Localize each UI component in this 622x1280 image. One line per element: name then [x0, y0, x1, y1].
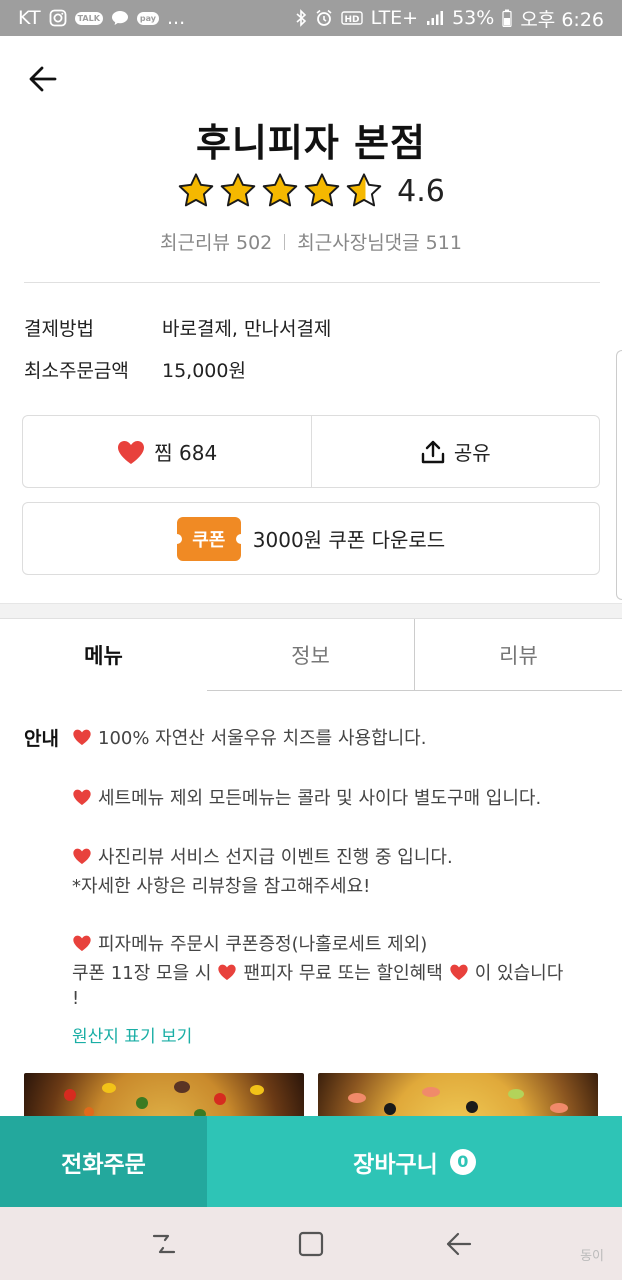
home-icon — [298, 1231, 324, 1256]
min-order-row: 최소주문금액 15,000원 — [24, 356, 246, 383]
coupon-tag-icon: 쿠폰 — [171, 516, 246, 561]
heart-icon — [218, 964, 237, 980]
action-box: 찜 684 공유 — [22, 415, 600, 488]
tab-bar: 메뉴 정보 리뷰 — [0, 619, 622, 691]
back-icon — [447, 1232, 472, 1255]
star-half-icon — [346, 173, 382, 207]
heart-icon — [450, 964, 468, 980]
scroll-indicator — [616, 350, 622, 600]
favorite-button[interactable]: 찜 684 — [23, 416, 311, 487]
notice-text: 피자메뉴 주문시 쿠폰증정(나홀로세트 제외) — [98, 934, 428, 955]
notice-text: 이 있습니다 — [474, 963, 564, 984]
notice-text: 사진리뷰 서비스 선지급 이벤트 진행 중 입니다. — [98, 847, 453, 868]
notice-text: 쿠폰 11장 모을 시 — [72, 963, 212, 984]
heart-icon — [73, 848, 91, 864]
notice-text: 100% 자연산 서울우유 치즈를 사용합니다. — [98, 728, 427, 749]
heart-icon — [73, 789, 91, 805]
system-nav-bar: 동이 — [0, 1207, 622, 1280]
rating-row: 4.6 — [0, 172, 622, 210]
watermark: 동이 — [580, 1249, 604, 1264]
battery-icon — [502, 9, 512, 27]
notice-line: 100% 자연산 서울우유 치즈를 사용합니다. — [72, 724, 426, 750]
heart-icon — [73, 729, 91, 745]
star-full-icon — [178, 173, 214, 207]
back-button[interactable] — [26, 62, 60, 96]
notice-line: ! — [72, 988, 79, 1009]
battery-percent: 53% — [452, 7, 495, 29]
payment-method-label: 결제방법 — [24, 318, 94, 340]
cart-count-badge: 0 — [449, 1148, 476, 1175]
rating-value: 4.6 — [397, 173, 445, 209]
payment-method-row: 결제방법 바로결제, 만나서결제 — [24, 314, 331, 341]
notice-text: 세트메뉴 제외 모든메뉴는 콜라 및 사이다 별도구매 입니다. — [98, 788, 542, 809]
recent-apps-icon — [152, 1234, 175, 1253]
phone-order-button[interactable]: 전화주문 — [0, 1116, 207, 1207]
coupon-download-button[interactable]: 쿠폰 3000원 쿠폰 다운로드 — [22, 502, 600, 575]
signal-icon — [426, 10, 444, 26]
stat-divider — [284, 233, 286, 250]
home-button[interactable] — [291, 1224, 331, 1264]
heart-icon — [73, 935, 91, 951]
more-notifications: ... — [167, 7, 186, 29]
star-full-icon — [262, 173, 298, 207]
favorite-label: 찜 684 — [154, 441, 218, 465]
heart-icon — [118, 440, 145, 464]
share-icon — [421, 440, 445, 463]
share-button[interactable]: 공유 — [310, 416, 600, 487]
section-separator — [0, 603, 622, 619]
notice-text: ! — [72, 988, 80, 1009]
svg-text:HD: HD — [344, 15, 359, 25]
notice-text: 팬피자 무료 또는 할인혜택 — [243, 963, 443, 984]
messenger-icon — [111, 10, 129, 26]
notice-text: *자세한 사항은 리뷰창을 참고해주세요! — [72, 876, 371, 897]
divider — [24, 282, 600, 283]
notice-label: 안내 — [24, 728, 59, 750]
back-arrow-icon — [29, 66, 57, 92]
share-label: 공유 — [453, 441, 491, 465]
recent-reviews-count[interactable]: 최근리뷰 502 — [160, 228, 272, 255]
kakaotalk-icon: TALK — [74, 11, 103, 25]
store-title: 후니피자 본점 — [196, 121, 426, 165]
system-back-button[interactable] — [438, 1224, 478, 1264]
tab-reviews[interactable]: 리뷰 — [414, 619, 622, 691]
star-full-icon — [220, 173, 256, 207]
network-label: LTE+ — [370, 7, 419, 29]
notice-line: 세트메뉴 제외 모든메뉴는 콜라 및 사이다 별도구매 입니다. — [72, 784, 541, 810]
bottom-action-bar: 전화주문 장바구니 0 — [0, 1116, 622, 1207]
carrier-label: KT — [18, 7, 41, 29]
min-order-value: 15,000원 — [162, 360, 246, 382]
min-order-label: 최소주문금액 — [24, 360, 129, 382]
cart-button[interactable]: 장바구니 0 — [207, 1116, 622, 1207]
tab-info[interactable]: 정보 — [207, 619, 414, 691]
owner-replies-count[interactable]: 최근사장님댓글 511 — [297, 228, 462, 255]
notice-line: *자세한 사항은 리뷰창을 참고해주세요! — [72, 872, 370, 898]
notice-line: 피자메뉴 주문시 쿠폰증정(나홀로세트 제외) — [72, 930, 427, 956]
star-full-icon — [304, 173, 340, 207]
origin-info-link[interactable]: 원산지 표기 보기 — [72, 1022, 192, 1047]
clock: 오후 6:26 — [520, 8, 604, 31]
alarm-icon — [315, 9, 333, 27]
coupon-label: 3000원 쿠폰 다운로드 — [252, 528, 446, 552]
instagram-icon — [49, 9, 67, 27]
review-stats: 최근리뷰 502 최근사장님댓글 511 — [0, 228, 622, 255]
status-bar: KT TALK pay ... HD LTE+ 53% 오후 6:26 — [0, 0, 622, 36]
bluetooth-icon — [295, 9, 307, 27]
payment-method-value: 바로결제, 만나서결제 — [162, 318, 332, 340]
recent-apps-button[interactable] — [144, 1224, 184, 1264]
hd-icon: HD — [340, 10, 363, 26]
cart-label: 장바구니 — [353, 1151, 438, 1178]
notice-line: 쿠폰 11장 모을 시 팬피자 무료 또는 할인혜택 이 있습니다 — [72, 959, 563, 985]
tab-menu[interactable]: 메뉴 — [0, 619, 207, 691]
pay-icon: pay — [136, 11, 160, 25]
notice-line: 사진리뷰 서비스 선지급 이벤트 진행 중 입니다. — [72, 843, 453, 869]
